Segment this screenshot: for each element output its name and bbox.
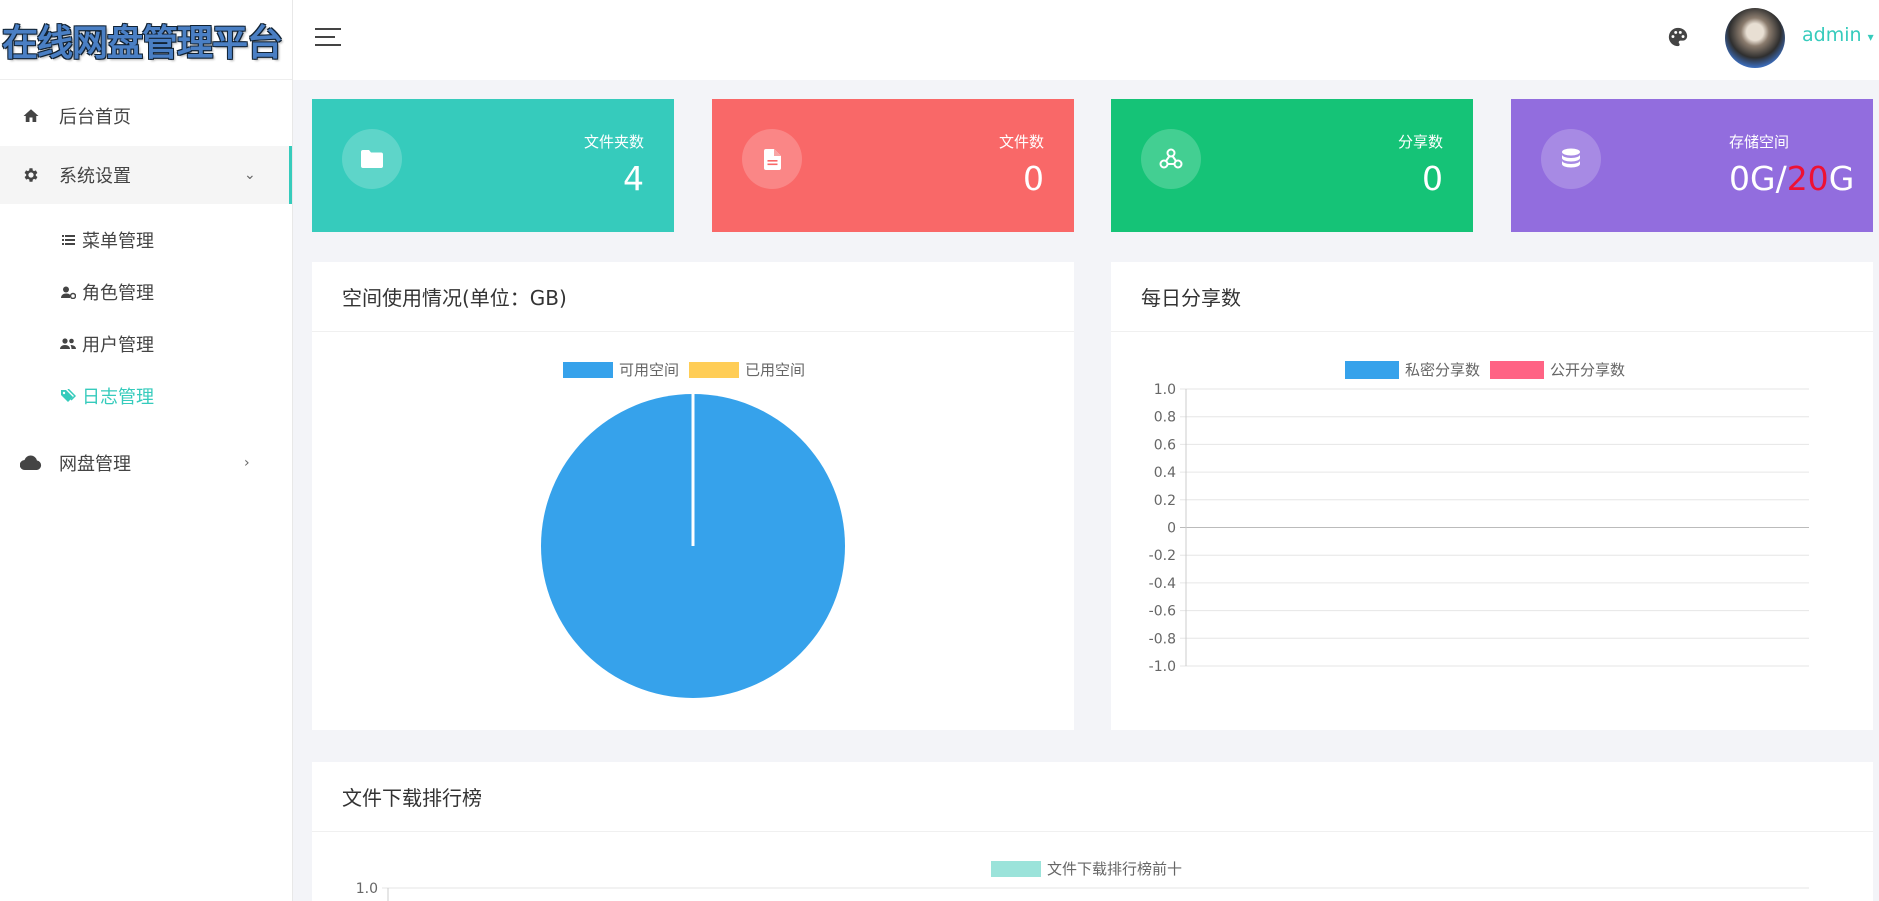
y-tick-label: -0.6 — [1149, 604, 1176, 620]
caret-down-icon: ▾ — [1867, 30, 1874, 44]
y-tick-label: 0.4 — [1154, 465, 1176, 481]
sidebar-item-user-management[interactable]: 用户管理 — [0, 324, 292, 364]
storage-used: 0G/ — [1729, 159, 1787, 198]
sidebar-item-home[interactable]: 后台首页 — [0, 87, 292, 145]
download-ranking-panel: 文件下载排行榜 文件下载排行榜前十 1.0 — [312, 762, 1873, 901]
top-bar: admin ▾ — [293, 0, 1879, 80]
stat-card-storage: 存储空间 0G/20G — [1511, 99, 1873, 232]
users-icon — [60, 336, 76, 352]
home-icon — [20, 105, 42, 127]
stat-value: 4 — [623, 159, 644, 198]
sidebar-item-disk[interactable]: 网盘管理 › — [0, 434, 292, 492]
sidebar-item-label: 角色管理 — [82, 283, 154, 304]
sidebar-item-label: 系统设置 — [59, 166, 131, 187]
bar-chart: 1.0 — [356, 881, 1809, 901]
stat-card-shares: 分享数 0 — [1111, 99, 1473, 232]
sidebar-item-label: 日志管理 — [82, 387, 154, 408]
palette-icon[interactable] — [1667, 26, 1691, 50]
cloud-icon — [20, 452, 42, 474]
sidebar-item-menu-management[interactable]: 菜单管理 — [0, 220, 292, 260]
stat-value: 0 — [1422, 159, 1443, 198]
chevron-down-icon: ⌄ — [244, 167, 256, 183]
file-icon — [742, 129, 802, 189]
tags-icon — [60, 388, 76, 404]
sidebar: 在线网盘管理平台 后台首页 系统设置 ⌄ 菜单管理 角色管理 用户管理 日志管理… — [0, 0, 293, 901]
logo[interactable]: 在线网盘管理平台 — [0, 0, 292, 80]
stat-label: 文件数 — [998, 133, 1044, 151]
storage-unit: G — [1828, 159, 1855, 198]
y-tick-label: 0.6 — [1154, 437, 1176, 453]
y-tick-label: 1.0 — [1154, 382, 1176, 398]
share-icon — [1141, 129, 1201, 189]
y-tick-label: 1.0 — [356, 881, 378, 897]
folder-icon — [342, 129, 402, 189]
y-tick-label: -0.2 — [1149, 548, 1176, 564]
database-icon — [1541, 129, 1601, 189]
menu-toggle-icon[interactable] — [315, 28, 341, 48]
line-chart: 1.0 0.8 0.6 0.4 0.2 0 -0.2 -0.4 -0.6 -0.8 -1.0 — [1149, 382, 1809, 675]
sidebar-item-label: 后台首页 — [59, 107, 131, 128]
space-usage-panel: 空间使用情况(单位：GB) 可用空间 已用空间 — [312, 262, 1074, 730]
y-tick-label: 0.2 — [1154, 493, 1176, 509]
daily-share-panel: 每日分享数 私密分享数 公开分享数 1.0 0.8 0.6 0.4 0.2 0 -0.2 -0… — [1111, 262, 1873, 730]
y-tick-label: 0.8 — [1154, 410, 1176, 426]
sidebar-item-role-management[interactable]: 角色管理 — [0, 272, 292, 312]
chevron-right-icon: › — [244, 455, 250, 471]
sidebar-item-label: 用户管理 — [82, 335, 154, 356]
storage-total: 20 — [1786, 159, 1829, 198]
avatar[interactable] — [1725, 8, 1785, 68]
sidebar-item-log-management[interactable]: 日志管理 — [0, 376, 292, 416]
y-tick-label: -0.4 — [1149, 576, 1176, 592]
y-tick-label: -1.0 — [1149, 659, 1176, 675]
stat-card-folders: 文件夹数 4 — [312, 99, 674, 232]
stat-value: 0G/20G — [1729, 159, 1854, 198]
user-menu[interactable]: admin ▾ — [1802, 24, 1874, 46]
sidebar-item-settings[interactable]: 系统设置 ⌄ — [0, 146, 292, 204]
gear-icon — [20, 164, 42, 186]
pie-chart — [541, 394, 845, 698]
stat-card-files: 文件数 0 — [712, 99, 1074, 232]
sidebar-item-label: 网盘管理 — [59, 454, 131, 475]
y-tick-label: 0 — [1167, 521, 1176, 537]
stat-label: 分享数 — [1397, 133, 1443, 151]
sidebar-item-label: 菜单管理 — [82, 231, 154, 252]
logo-text: 在线网盘管理平台 — [2, 22, 283, 64]
user-gear-icon — [60, 284, 76, 300]
stat-value: 0 — [1023, 159, 1044, 198]
stat-label: 存储空间 — [1729, 133, 1790, 151]
stat-label: 文件夹数 — [583, 133, 644, 151]
user-name: admin — [1802, 24, 1862, 46]
list-icon — [60, 232, 76, 248]
y-tick-label: -0.8 — [1149, 631, 1176, 647]
